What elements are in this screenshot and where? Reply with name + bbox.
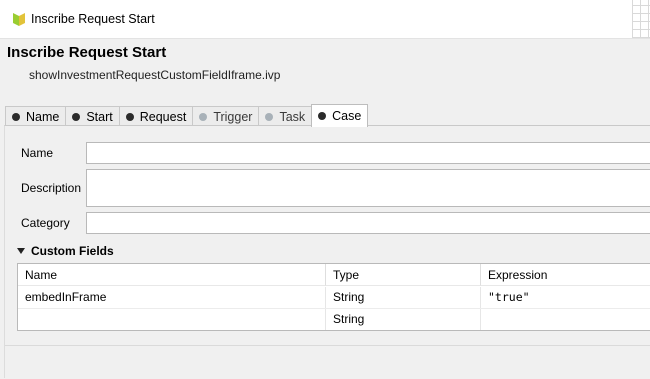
tab-case[interactable]: Case — [311, 104, 369, 127]
custom-fields-table: Name Type Expression embedInFrame String… — [17, 263, 650, 331]
tab-status-dot-icon — [265, 113, 274, 121]
tab-label: Trigger — [213, 110, 253, 124]
cell-name[interactable] — [18, 309, 326, 330]
tab-status-dot-icon — [72, 113, 81, 121]
tab-status-dot-icon — [12, 113, 20, 121]
name-field[interactable] — [86, 142, 650, 164]
description-label: Description — [21, 181, 82, 195]
tab-label: Start — [86, 110, 113, 124]
collapse-triangle-icon — [17, 248, 25, 254]
tab-name[interactable]: Name — [5, 106, 67, 127]
column-header-type[interactable]: Type — [326, 264, 481, 286]
cell-type[interactable]: String — [326, 287, 481, 308]
column-header-name[interactable]: Name — [18, 264, 326, 286]
cell-name[interactable]: embedInFrame — [18, 287, 326, 308]
tab-status-dot-icon — [199, 113, 208, 121]
category-field[interactable] — [86, 212, 650, 234]
name-label: Name — [21, 146, 54, 160]
cell-expression[interactable] — [481, 309, 650, 330]
custom-fields-title: Custom Fields — [31, 244, 114, 258]
tab-label: Case — [332, 109, 362, 123]
tab-status-dot-icon — [318, 112, 327, 120]
tab-label: Name — [26, 110, 60, 124]
window-title: Inscribe Request Start — [31, 12, 155, 26]
tab-task[interactable]: Task — [258, 106, 313, 127]
window-titlebar: Inscribe Request Start — [0, 0, 650, 39]
description-field[interactable] — [86, 169, 650, 207]
tab-status-dot-icon — [125, 113, 134, 121]
tab-label: Task — [279, 110, 306, 124]
cell-expression[interactable]: "true" — [481, 287, 650, 308]
panel-footer-area — [5, 345, 650, 379]
inscribe-icon — [13, 13, 25, 26]
tab-start[interactable]: Start — [65, 106, 120, 127]
tab-label: Request — [139, 110, 187, 124]
page-subtitle: showInvestmentRequestCustomFieldIframe.i… — [29, 68, 281, 82]
page-title: Inscribe Request Start — [7, 44, 167, 61]
column-header-expression[interactable]: Expression — [481, 264, 650, 286]
tab-request[interactable]: Request — [118, 106, 194, 127]
custom-fields-section-toggle[interactable]: Custom Fields — [17, 244, 114, 258]
category-label: Category — [21, 216, 70, 230]
tab-bar: Name Start Request Trigger Task Case — [5, 104, 369, 127]
cell-type[interactable]: String — [326, 309, 481, 330]
tab-trigger[interactable]: Trigger — [192, 106, 260, 127]
editor-grid-strip — [632, 0, 650, 38]
